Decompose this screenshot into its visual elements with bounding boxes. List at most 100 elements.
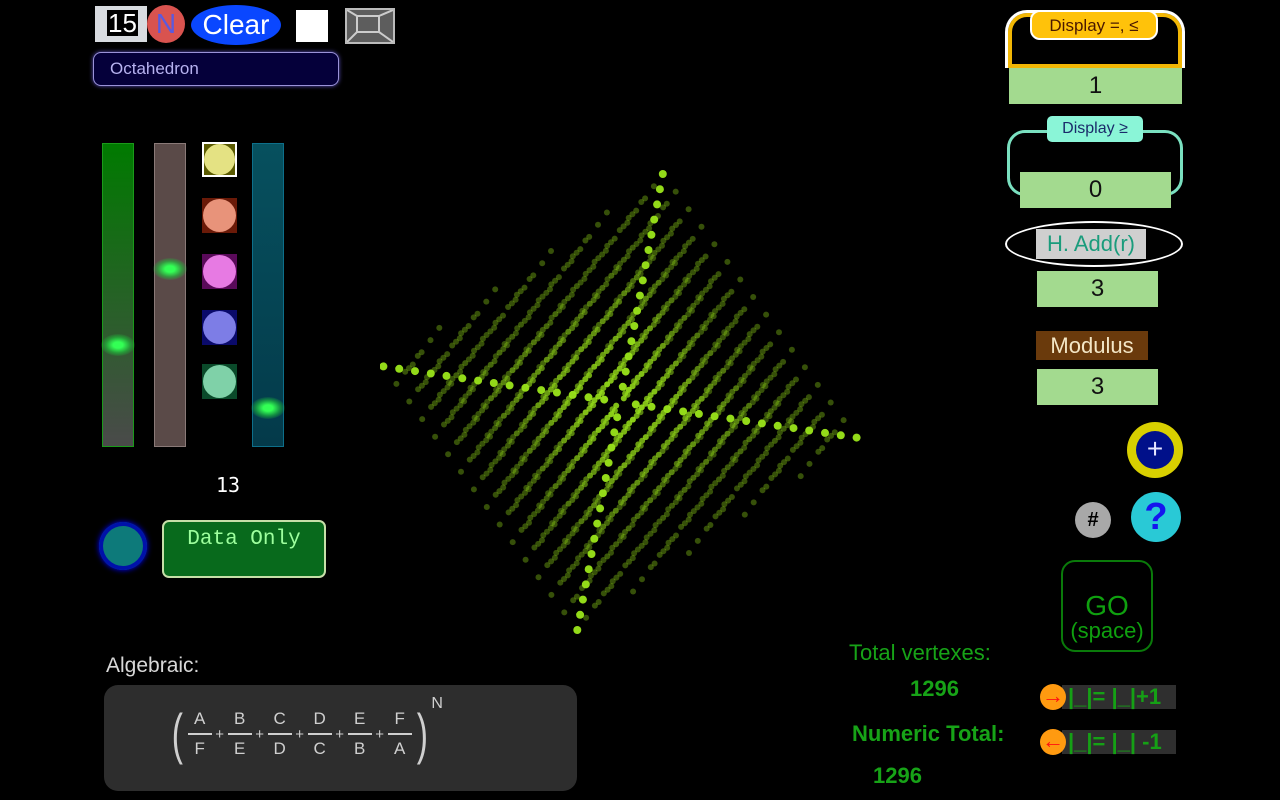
vertex-point [601, 474, 610, 482]
slider-knob[interactable] [251, 397, 285, 420]
vertex-point [586, 577, 593, 584]
plus-sign: + [295, 725, 305, 743]
vertex-point [827, 399, 834, 406]
fraction: BE [227, 709, 253, 759]
vertex-point [741, 444, 748, 451]
perspective-view-button[interactable] [345, 8, 395, 44]
vertex-point [686, 550, 692, 556]
display-ge-button[interactable]: Display ≥ [1047, 116, 1143, 142]
vertex-point [685, 206, 692, 213]
decrement-button[interactable]: |_|= |_| -1 ← [1040, 729, 1176, 755]
vertex-point [797, 406, 804, 413]
vertex-point [742, 417, 751, 425]
teal-slider[interactable] [251, 143, 285, 447]
display-ge-input[interactable]: 0 [1020, 172, 1171, 208]
fraction-bar [227, 733, 252, 735]
vertex-point [741, 511, 748, 518]
vertex-point [814, 381, 821, 388]
vertex-point [637, 237, 644, 244]
vertex-point [631, 400, 640, 409]
vertex-point [509, 539, 516, 546]
hadd-input[interactable]: 3 [1037, 271, 1158, 307]
color-swatch[interactable] [202, 254, 237, 289]
slider-knob[interactable] [101, 333, 135, 356]
vertex-point [793, 376, 799, 383]
vertex-point [647, 402, 656, 411]
vertex-point [512, 296, 519, 303]
total-vertexes-label: Total vertexes: [849, 640, 991, 665]
swatch-color-dot [203, 199, 236, 232]
vertex-point [596, 504, 605, 513]
brown-slider[interactable] [153, 143, 187, 447]
vertex-point [568, 291, 575, 298]
vertex-point [535, 574, 542, 581]
vertex-point [750, 499, 757, 506]
vertex-point [427, 337, 434, 344]
vertex-point [432, 433, 439, 440]
vertex-point [806, 460, 813, 467]
right-paren: ) [416, 702, 428, 765]
numeric-total-value: 1296 [873, 763, 922, 788]
vertex-point [537, 386, 546, 395]
vertex-point [564, 572, 571, 579]
vertex-point [610, 428, 619, 437]
vertex-point [611, 235, 618, 242]
vertex-point [780, 358, 787, 365]
background-color-button[interactable] [296, 10, 328, 42]
left-paren: ( [171, 702, 183, 765]
vertex-point [741, 478, 748, 485]
clear-button[interactable]: Clear [191, 5, 281, 45]
vertex-point [663, 200, 670, 207]
n-button[interactable]: N [147, 5, 185, 43]
vertex-point [584, 393, 593, 402]
octahedron-visualization[interactable] [380, 150, 880, 660]
vertex-point [664, 544, 671, 551]
vertex-point [581, 275, 588, 282]
number-input[interactable]: 15 [95, 6, 147, 42]
vertex-point [561, 609, 568, 616]
arrow-right-icon: → [1040, 683, 1066, 710]
vertex-point [763, 483, 770, 490]
color-swatch[interactable] [202, 198, 237, 233]
green-slider[interactable] [101, 143, 135, 447]
vertex-point [647, 230, 656, 239]
denominator: C [313, 739, 326, 758]
display-le-button[interactable]: Display =, ≤ [1030, 10, 1158, 40]
swatch-color-dot [204, 144, 235, 175]
color-toggle-button[interactable] [99, 522, 147, 570]
data-only-button[interactable]: Data Only [162, 520, 326, 578]
vertex-point [810, 423, 816, 430]
shape-select[interactable]: Octahedron [93, 52, 339, 86]
fraction: CD [267, 709, 293, 759]
vertex-point [483, 504, 490, 510]
numerator: E [353, 709, 366, 728]
denominator: A [393, 739, 406, 758]
go-button[interactable]: GO (space) [1061, 560, 1153, 652]
add-button[interactable]: + [1127, 422, 1183, 478]
vertex-point [573, 593, 580, 600]
vertex-point [590, 263, 597, 270]
hash-button[interactable]: # [1075, 502, 1111, 538]
slider-knob[interactable] [153, 257, 187, 280]
increment-button[interactable]: |_|= |_|+1 → [1040, 684, 1176, 710]
vertex-point [621, 367, 630, 376]
vertex-point [639, 576, 645, 583]
color-swatch[interactable] [202, 142, 237, 177]
vertex-point [702, 253, 709, 260]
vertex-point [505, 381, 514, 390]
color-swatch[interactable] [202, 310, 237, 345]
vertex-point [776, 329, 782, 336]
hadd-button[interactable]: H. Add(r) [1036, 229, 1146, 259]
plus-sign: + [215, 725, 225, 743]
vertex-point [758, 353, 765, 360]
vertex-point [418, 349, 425, 356]
modulus-input[interactable]: 3 [1037, 369, 1158, 405]
help-button[interactable]: ? [1131, 492, 1181, 542]
vertex-point [771, 371, 778, 378]
color-swatch[interactable] [202, 364, 237, 399]
vertex-point [673, 532, 679, 539]
vertex-point [667, 230, 674, 237]
vertex-point [469, 352, 476, 359]
display-le-input[interactable]: 1 [1009, 68, 1182, 104]
vertex-point [726, 414, 735, 423]
